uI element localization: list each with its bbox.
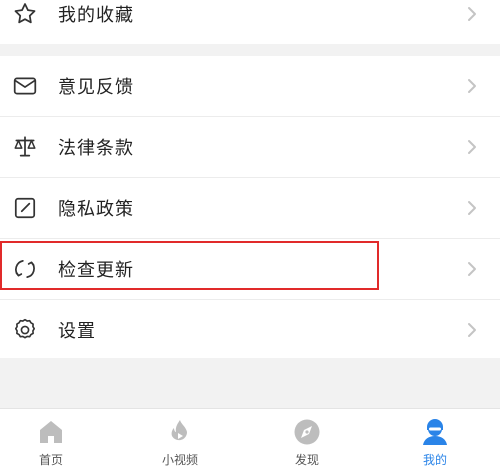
chevron-right-icon — [466, 321, 478, 339]
menu-item-privacy[interactable]: 隐私政策 — [0, 178, 500, 238]
tab-discover[interactable]: 发现 — [267, 409, 347, 471]
menu-item-label: 法律条款 — [58, 138, 134, 159]
user-icon — [421, 418, 449, 446]
chevron-right-icon — [466, 77, 478, 95]
menu-group-main: 意见反馈 法律条款 隐私政策 检查更新 设置 — [0, 56, 500, 358]
bottom-tab-bar: 首页 小视频 发现 我的 — [0, 408, 500, 471]
scales-icon — [12, 134, 38, 160]
menu-item-feedback[interactable]: 意见反馈 — [0, 56, 500, 116]
chevron-right-icon — [466, 138, 478, 156]
menu-item-label: 设置 — [58, 321, 96, 342]
tab-home[interactable]: 首页 — [11, 409, 91, 471]
tab-label: 我的 — [422, 453, 447, 467]
chevron-right-icon — [466, 260, 478, 278]
menu-item-label: 隐私政策 — [58, 199, 134, 220]
tab-mine[interactable]: 我的 — [395, 409, 475, 471]
menu-item-label: 意见反馈 — [58, 77, 134, 98]
tab-label: 首页 — [38, 453, 63, 467]
gear-icon — [12, 317, 38, 343]
menu-item-label: 检查更新 — [58, 260, 134, 281]
tab-label: 发现 — [294, 453, 319, 467]
menu-item-label: 我的收藏 — [58, 5, 134, 26]
tab-label: 小视频 — [161, 453, 198, 467]
menu-item-legal[interactable]: 法律条款 — [0, 117, 500, 177]
edit-square-icon — [12, 195, 38, 221]
mail-icon — [12, 73, 38, 99]
star-icon — [12, 1, 38, 27]
refresh-icon — [12, 256, 38, 282]
menu-item-favorites[interactable]: 我的收藏 — [0, 0, 500, 44]
home-icon — [37, 418, 65, 446]
flame-icon — [166, 418, 194, 446]
menu-item-settings[interactable]: 设置 — [0, 300, 500, 360]
chevron-right-icon — [466, 5, 478, 23]
menu-group-top: 我的收藏 — [0, 0, 500, 44]
menu-item-update[interactable]: 检查更新 — [0, 239, 500, 299]
tab-videos[interactable]: 小视频 — [140, 409, 220, 471]
compass-icon — [293, 418, 321, 446]
chevron-right-icon — [466, 199, 478, 217]
